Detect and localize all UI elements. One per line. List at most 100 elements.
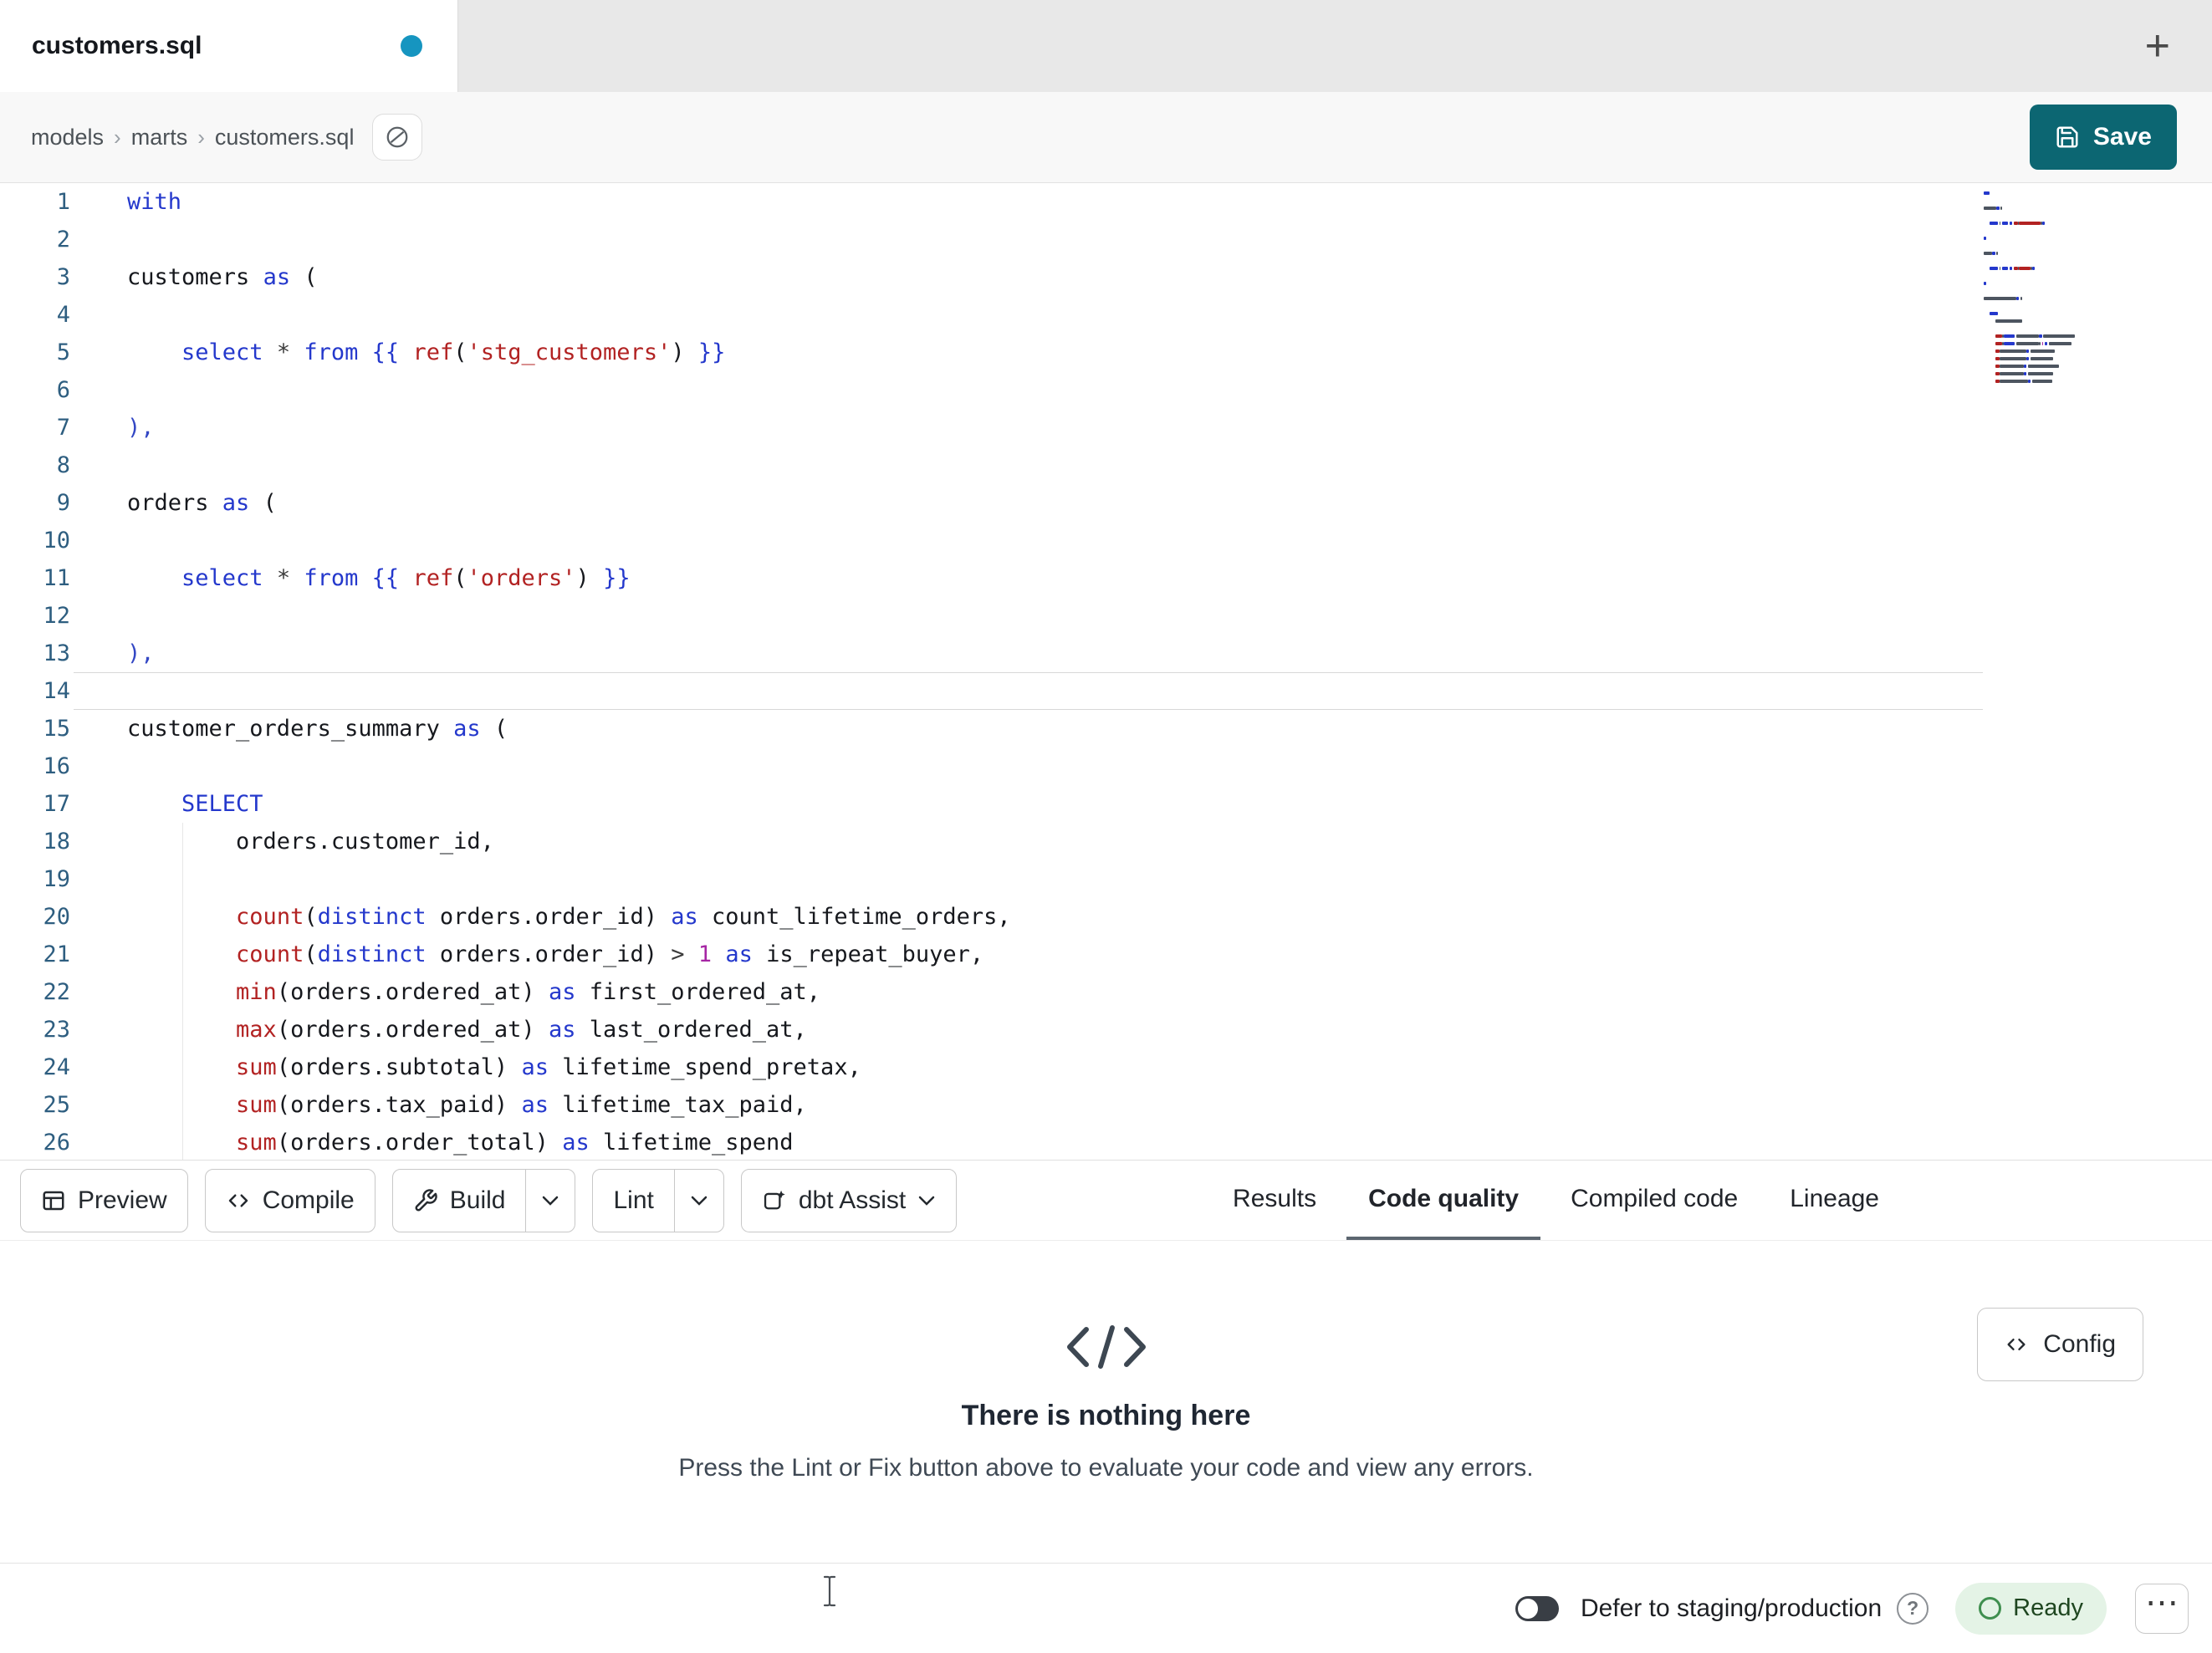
code-line-text: orders as ( xyxy=(127,490,277,516)
code-line-15[interactable]: 15 customer_orders_summary as ( xyxy=(0,710,2212,747)
minimap-line xyxy=(1984,342,2109,345)
overflow-menu-button[interactable]: ⋯ xyxy=(2135,1583,2189,1634)
preview-label: Preview xyxy=(78,1186,167,1214)
line-number: 8 xyxy=(56,452,70,478)
minimap-line xyxy=(1984,365,2109,368)
minimap-line xyxy=(1984,191,2109,195)
config-button[interactable]: Config xyxy=(1977,1308,2143,1381)
line-number: 4 xyxy=(56,302,70,328)
empty-state-subtitle: Press the Lint or Fix button above to ev… xyxy=(678,1454,1534,1482)
save-icon xyxy=(2056,126,2078,148)
save-button[interactable]: Save xyxy=(2029,105,2177,170)
minimap-line xyxy=(1984,349,2109,353)
code-line-12[interactable]: 12 xyxy=(0,597,2212,635)
code-line-6[interactable]: 6 xyxy=(0,371,2212,409)
line-number: 18 xyxy=(43,829,70,855)
code-line-text: sum(orders.order_total) as lifetime_spen… xyxy=(236,1130,794,1156)
code-line-19[interactable]: 19 xyxy=(0,860,2212,898)
line-number: 26 xyxy=(43,1130,70,1156)
breadcrumb-models[interactable]: models xyxy=(31,125,104,151)
help-icon[interactable]: ? xyxy=(1897,1592,1929,1625)
code-icon xyxy=(228,1194,248,1207)
code-line-2[interactable]: 2 xyxy=(0,221,2212,258)
file-tab-title: customers.sql xyxy=(32,32,202,59)
dbt-assist-button[interactable]: dbt Assist xyxy=(740,1168,958,1232)
build-label: Build xyxy=(449,1186,506,1214)
code-line-9[interactable]: 9 orders as ( xyxy=(0,484,2212,522)
breadcrumb-customers-sql: customers.sql xyxy=(214,124,355,150)
code-line-23[interactable]: 23 max(orders.ordered_at) as last_ordere… xyxy=(0,1011,2212,1048)
build-button[interactable]: Build xyxy=(393,1170,526,1232)
code-line-22[interactable]: 22 min(orders.ordered_at) as first_order… xyxy=(0,973,2212,1011)
empty-state: There is nothing here Press the Lint or … xyxy=(0,1323,2212,1482)
tab-results[interactable]: Results xyxy=(1211,1161,1338,1240)
lint-button[interactable]: Lint xyxy=(593,1170,673,1232)
code-line-4[interactable]: 4 xyxy=(0,296,2212,334)
code-line-14[interactable]: 14 xyxy=(0,672,2212,710)
build-dropdown-button[interactable] xyxy=(525,1169,575,1232)
code-line-25[interactable]: 25 sum(orders.tax_paid) as lifetime_tax_… xyxy=(0,1086,2212,1124)
line-number: 2 xyxy=(56,227,70,253)
tab-bar: customers.sql + xyxy=(0,0,2212,92)
code-line-text: ), xyxy=(127,640,155,666)
code-line-5[interactable]: 5 select * from {{ ref('stg_customers') … xyxy=(0,334,2212,371)
code-line-3[interactable]: 3 customers as ( xyxy=(0,258,2212,296)
results-panel: There is nothing here Press the Lint or … xyxy=(0,1241,2212,1563)
line-number: 16 xyxy=(43,753,70,779)
code-line-text: ), xyxy=(127,415,155,441)
minimap-line xyxy=(1984,319,2109,323)
editor-minimap[interactable] xyxy=(1984,191,2109,394)
minimap-line xyxy=(1984,282,2109,285)
defer-toggle[interactable] xyxy=(1515,1595,1559,1621)
code-line-8[interactable]: 8 xyxy=(0,446,2212,484)
code-line-7[interactable]: 7), xyxy=(0,409,2212,446)
line-number: 10 xyxy=(43,528,70,554)
minimap-line xyxy=(1984,267,2109,270)
code-line-16[interactable]: 16 xyxy=(0,747,2212,785)
code-line-1[interactable]: 1 with xyxy=(0,183,2212,221)
code-line-text: sum(orders.subtotal) as lifetime_spend_p… xyxy=(236,1054,861,1080)
circle-slash-icon xyxy=(387,126,408,148)
minimap-line xyxy=(1984,304,2109,308)
tab-code-quality[interactable]: Code quality xyxy=(1346,1161,1541,1240)
code-line-24[interactable]: 24 sum(orders.subtotal) as lifetime_spen… xyxy=(0,1048,2212,1086)
lint-dropdown-button[interactable] xyxy=(673,1169,723,1232)
preview-button[interactable]: Preview xyxy=(20,1168,188,1232)
code-line-text: max(orders.ordered_at) as last_ordered_a… xyxy=(236,1017,807,1043)
code-line-text: min(orders.ordered_at) as first_ordered_… xyxy=(236,979,821,1005)
line-number: 1 xyxy=(56,189,70,215)
config-label: Config xyxy=(2043,1330,2116,1358)
code-line-13[interactable]: 13), xyxy=(0,635,2212,672)
code-line-11[interactable]: 11 select * from {{ ref('orders') }} xyxy=(0,559,2212,597)
minimap-line xyxy=(1984,207,2109,210)
build-button-group: Build xyxy=(391,1168,576,1232)
compile-button[interactable]: Compile xyxy=(204,1168,375,1232)
code-line-26[interactable]: 26 sum(orders.order_total) as lifetime_s… xyxy=(0,1124,2212,1160)
code-line-10[interactable]: 10 xyxy=(0,522,2212,559)
lint-label: Lint xyxy=(613,1186,654,1214)
minimap-line xyxy=(1984,372,2109,375)
line-number: 22 xyxy=(43,979,70,1005)
code-line-18[interactable]: 18 orders.customer_id, xyxy=(0,823,2212,860)
tab-lineage[interactable]: Lineage xyxy=(1768,1161,1901,1240)
file-tab-customers-sql[interactable]: customers.sql xyxy=(0,0,458,92)
chevron-down-icon xyxy=(543,1196,559,1206)
code-line-20[interactable]: 20 count(distinct orders.order_id) as co… xyxy=(0,898,2212,936)
status-badge[interactable]: Ready xyxy=(1955,1582,2107,1635)
code-line-21[interactable]: 21 count(distinct orders.order_id) > 1 a… xyxy=(0,936,2212,973)
code-line-text: orders.customer_id, xyxy=(127,829,494,855)
new-tab-button[interactable]: + xyxy=(2140,23,2175,69)
minimap-line xyxy=(1984,312,2109,315)
code-line-17[interactable]: 17 SELECT xyxy=(0,785,2212,823)
toggle-knob xyxy=(1517,1598,1538,1619)
tab-compiled-code[interactable]: Compiled code xyxy=(1549,1161,1760,1240)
breadcrumb-marts[interactable]: marts xyxy=(131,125,188,151)
file-context-button[interactable] xyxy=(372,114,423,161)
dbt-ide-window: customers.sql + models › marts › custome… xyxy=(0,0,2212,1653)
code-editor[interactable]: 1 with 2 3 customers as ( 4 5 select * from … xyxy=(0,183,2212,1160)
compile-label: Compile xyxy=(262,1186,355,1214)
minimap-line xyxy=(1984,357,2109,360)
